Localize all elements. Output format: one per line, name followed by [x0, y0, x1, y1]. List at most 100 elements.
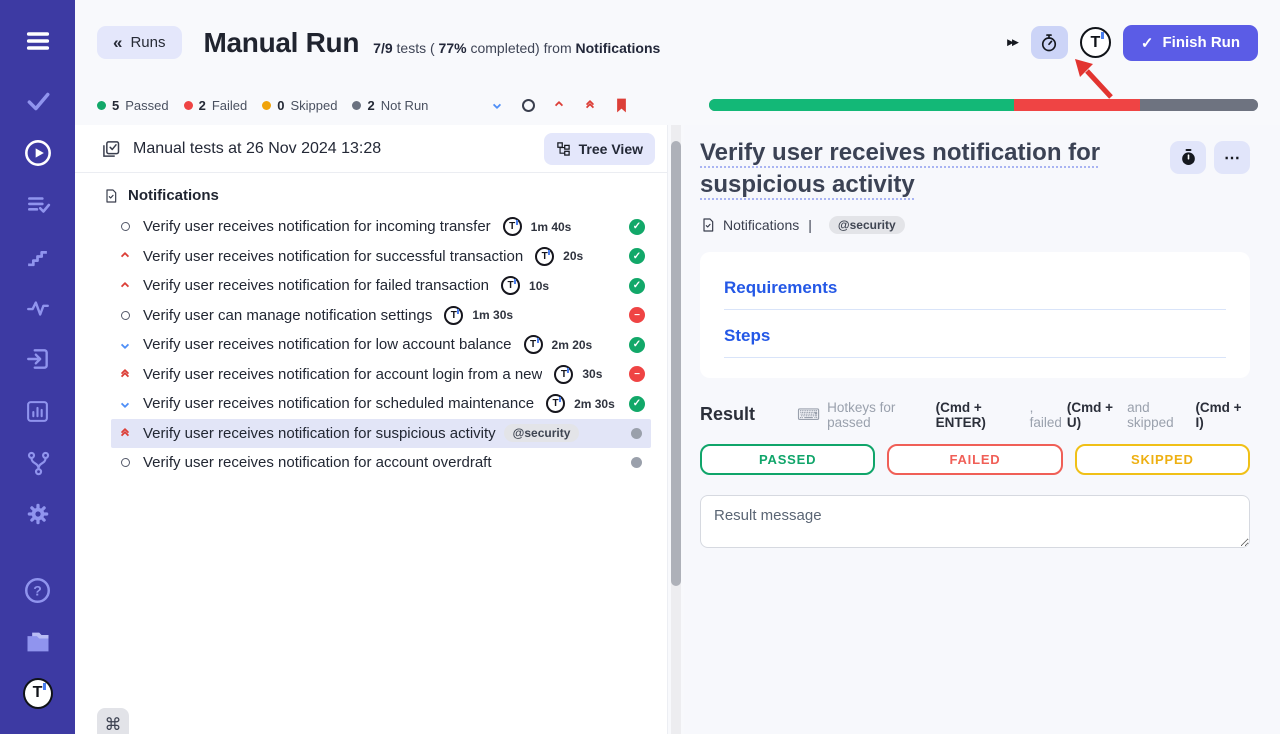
check-icon[interactable]	[23, 86, 53, 116]
test-details-card: Requirements Steps	[700, 252, 1250, 378]
test-row[interactable]: Verify user receives notification for sc…	[111, 389, 651, 419]
brand-logo-glyph: T	[23, 678, 53, 709]
result-buttons: PASSED FAILED SKIPPED	[700, 444, 1250, 475]
keyboard-icon: ⌨	[797, 405, 820, 425]
result-message-input[interactable]	[700, 495, 1250, 548]
priority-urgent-icon	[117, 370, 133, 379]
finish-run-label: Finish Run	[1163, 34, 1241, 51]
back-to-runs-button[interactable]: « Runs	[97, 26, 182, 59]
filter-bookmark-icon[interactable]	[613, 97, 629, 113]
timer-button[interactable]	[1031, 26, 1068, 59]
finish-run-button[interactable]: ✓ Finish Run	[1123, 25, 1258, 61]
steps-heading[interactable]: Steps	[724, 326, 1226, 358]
filter-chevron-up-icon[interactable]	[551, 97, 567, 113]
chart-icon[interactable]	[23, 396, 53, 426]
test-row-title: Verify user receives notification for lo…	[143, 336, 512, 353]
result-heading: Result	[700, 404, 755, 425]
priority-low-icon	[117, 342, 133, 348]
priority-urgent-icon	[117, 429, 133, 438]
priority-high-icon	[117, 283, 133, 289]
tree-view-icon	[556, 141, 571, 156]
more-options-button[interactable]: ⋯	[1214, 141, 1250, 174]
scrollbar[interactable]	[668, 125, 684, 734]
back-to-runs-label: Runs	[130, 34, 165, 51]
play-circle-icon[interactable]	[23, 138, 53, 168]
progress-segment-passed	[709, 99, 1013, 111]
test-duration: 1m 40s	[531, 220, 572, 234]
app-logo[interactable]: T	[1080, 27, 1111, 58]
filter-chevron-down-icon[interactable]	[489, 97, 505, 113]
test-row[interactable]: Verify user receives notification for ac…	[111, 360, 651, 390]
failed-button[interactable]: FAILED	[887, 444, 1062, 475]
suite-name: Notifications	[128, 187, 219, 204]
test-duration: 10s	[529, 279, 549, 293]
test-logo-icon: T	[503, 217, 522, 236]
test-breadcrumb: Notifications | @security	[700, 216, 1250, 234]
folder-icon[interactable]	[23, 627, 53, 657]
test-logo-icon: T	[501, 276, 520, 295]
double-chevron-left-icon: «	[113, 34, 122, 51]
page-title: Manual Run	[204, 27, 360, 59]
test-logo-icon: T	[444, 306, 463, 325]
breadcrumb-suite[interactable]: Notifications	[723, 217, 799, 233]
test-row-title: Verify user receives notification for fa…	[143, 277, 489, 294]
menu-icon[interactable]	[23, 26, 53, 56]
run-panel: Manual tests at 26 Nov 2024 13:28 Tree V…	[75, 125, 668, 734]
import-icon[interactable]	[23, 344, 53, 374]
status-passed-icon: ✓	[629, 278, 645, 294]
test-row[interactable]: Verify user receives notification for fa…	[111, 271, 651, 301]
run-panel-header: Manual tests at 26 Nov 2024 13:28 Tree V…	[75, 125, 667, 173]
header: « Runs Manual Run 7/9 tests ( 77% comple…	[75, 0, 1280, 85]
test-row-title: Verify user receives notification for ac…	[143, 366, 542, 383]
test-row-title: Verify user receives notification for su…	[143, 248, 523, 265]
detail-panel: Verify user receives notification for su…	[684, 125, 1280, 734]
requirements-heading[interactable]: Requirements	[724, 278, 1226, 310]
command-key-hint: ⌘	[97, 708, 129, 734]
priority-low-icon	[117, 401, 133, 407]
brand-logo[interactable]: T	[23, 678, 53, 708]
test-row[interactable]: Verify user receives notification for ac…	[111, 448, 651, 478]
status-passed-icon: ✓	[629, 337, 645, 353]
help-icon[interactable]: ?	[23, 575, 53, 605]
test-row-tag: @security	[504, 424, 580, 442]
test-row[interactable]: Verify user receives notification for su…	[111, 242, 651, 272]
test-row-title: Verify user receives notification for su…	[143, 425, 496, 442]
filter-circle-icon[interactable]	[520, 97, 536, 113]
source-suite: Notifications	[576, 40, 661, 56]
hotkey-failed: (Cmd + U)	[1067, 400, 1127, 430]
security-tag[interactable]: @security	[829, 216, 905, 234]
progress-segment-not_run	[1140, 99, 1258, 111]
pulse-icon[interactable]	[23, 293, 53, 323]
document-check-icon	[103, 188, 119, 204]
failed-dot	[184, 101, 193, 110]
test-row-title: Verify user receives notification for ac…	[143, 454, 492, 471]
progress-segment-failed	[1014, 99, 1140, 111]
test-row[interactable]: Verify user receives notification for lo…	[111, 330, 651, 360]
stairs-icon[interactable]	[23, 241, 53, 271]
test-duration: 2m 30s	[574, 397, 615, 411]
test-title[interactable]: Verify user receives notification for su…	[700, 137, 1178, 202]
test-row[interactable]: Verify user receives notification for in…	[111, 212, 651, 242]
test-duration: 2m 20s	[552, 338, 593, 352]
result-header: Result ⌨ Hotkeys for passed (Cmd + ENTER…	[700, 400, 1250, 430]
scrollbar-thumb[interactable]	[671, 141, 681, 586]
test-row[interactable]: Verify user receives notification for su…	[111, 419, 651, 449]
gear-icon[interactable]	[23, 499, 53, 529]
fast-forward-icon[interactable]: ▶▶	[1007, 37, 1017, 48]
tests-ratio: 7/9	[373, 40, 392, 56]
tree-view-label: Tree View	[579, 141, 643, 157]
skipped-button[interactable]: SKIPPED	[1075, 444, 1250, 475]
branch-icon[interactable]	[23, 448, 53, 478]
test-row[interactable]: Verify user can manage notification sett…	[111, 301, 651, 331]
filter-double-chevron-up-icon[interactable]	[582, 97, 598, 113]
stopwatch-icon	[1039, 33, 1059, 53]
passed-button[interactable]: PASSED	[700, 444, 875, 475]
suite-row[interactable]: Notifications	[97, 183, 651, 212]
list-check-icon[interactable]	[23, 190, 53, 220]
svg-text:?: ?	[33, 582, 42, 598]
detail-timer-button[interactable]	[1170, 141, 1206, 174]
status-bar: 5 Passed 2 Failed 0 Skipped 2 Not Run	[75, 85, 1280, 125]
status-notrun-icon	[631, 428, 642, 439]
tree-view-button[interactable]: Tree View	[544, 133, 655, 165]
status-passed-icon: ✓	[629, 396, 645, 412]
